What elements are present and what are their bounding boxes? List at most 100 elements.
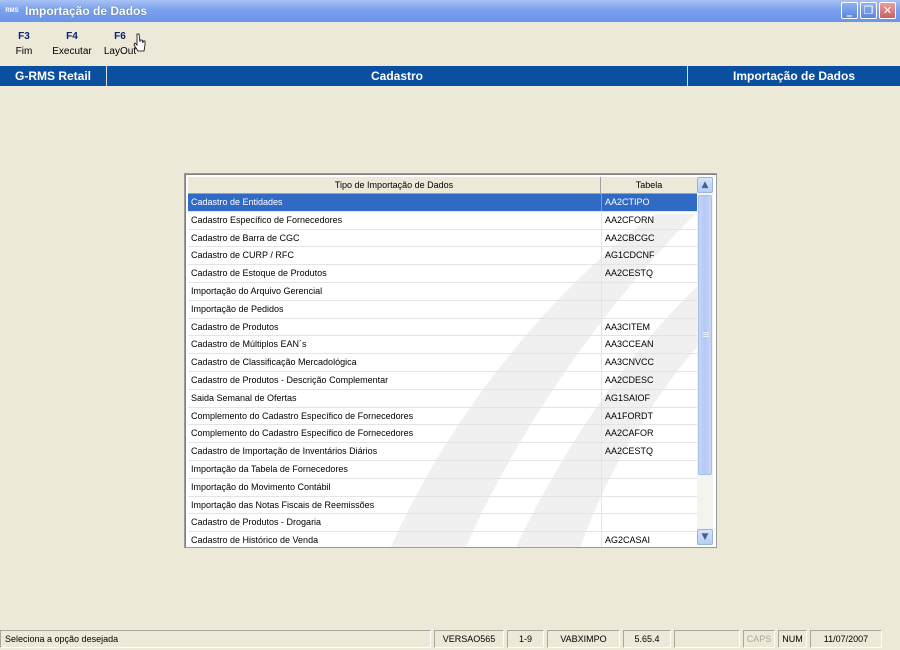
f4-key-label: F4: [66, 31, 78, 42]
f3-fim-button[interactable]: F3 Fim: [12, 31, 36, 57]
column-divider: [601, 336, 602, 354]
cell-tabela: AA2CESTQ: [605, 268, 654, 279]
table-row[interactable]: Saida Semanal de Ofertas AG1SAIOF: [188, 389, 697, 408]
column-divider: [601, 389, 602, 407]
table-row[interactable]: Importação das Notas Fiscais de Reemissõ…: [188, 496, 697, 515]
column-divider: [601, 514, 602, 532]
column-divider: [601, 318, 602, 336]
cell-tipo: Importação do Arquivo Gerencial: [191, 285, 323, 296]
column-divider: [601, 478, 602, 496]
module-header-bar: G-RMS Retail Cadastro Importação de Dado…: [0, 66, 900, 86]
screen-name: Importação de Dados: [732, 69, 856, 83]
column-divider: [601, 300, 602, 318]
cell-tabela: AA2CESTQ: [605, 446, 654, 457]
scroll-thumb[interactable]: [698, 195, 712, 475]
cell-tipo: Cadastro de Barra de CGC: [191, 232, 300, 243]
minimize-button[interactable]: _: [841, 2, 858, 19]
table-row[interactable]: Cadastro de Histórico de Venda AG2CASAI: [188, 532, 697, 547]
table-row[interactable]: Cadastro de Barra de CGC AA2CBCGC: [188, 229, 697, 248]
cell-tipo: Cadastro de Entidades: [191, 197, 283, 207]
cell-tipo: Importação de Pedidos: [191, 303, 284, 314]
column-header-tipo[interactable]: Tipo de Importação de Dados: [188, 177, 601, 194]
scroll-down-button[interactable]: ▼: [697, 529, 713, 545]
cell-tabela: AG2CASAI: [605, 535, 651, 546]
status-bar: Seleciona a opção desejada VERSAO565 1-9…: [0, 628, 900, 650]
cell-tipo: Cadastro de Produtos: [191, 321, 279, 332]
table-row[interactable]: Cadastro de Produtos AA3CITEM: [188, 318, 697, 337]
table-row[interactable]: Cadastro de Entidades AA2CTIPO: [188, 194, 697, 212]
f4-executar-button[interactable]: F4 Executar: [50, 31, 94, 57]
column-header-tabela[interactable]: Tabela: [601, 177, 697, 194]
app-logo: RMS: [5, 8, 19, 14]
cell-tipo: Cadastro de Produtos - Drogaria: [191, 517, 322, 528]
table-row[interactable]: Complemento do Cadastro Específico de Fo…: [188, 407, 697, 426]
table-row[interactable]: Cadastro de Produtos - Drogaria: [188, 514, 697, 533]
cell-tipo: Importação do Movimento Contábil: [191, 481, 331, 492]
hand-cursor-icon: [133, 33, 146, 52]
status-version: VERSAO565: [434, 630, 504, 648]
cell-tabela: AA3CCEAN: [605, 339, 654, 350]
status-page: 1-9: [507, 630, 544, 648]
cell-tabela: AA2CFORN: [605, 214, 655, 225]
column-divider: [601, 496, 602, 514]
window-controls: _ ❐ ✕: [841, 2, 896, 19]
cell-tipo: Importação da Tabela de Fornecedores: [191, 463, 348, 474]
status-message: Seleciona a opção desejada: [0, 630, 431, 648]
column-divider: [601, 282, 602, 300]
system-name: G-RMS Retail: [14, 69, 91, 83]
column-divider: [601, 354, 602, 371]
cell-tabela: AA3CNVCC: [605, 357, 655, 368]
status-empty-panel: [674, 630, 740, 648]
grid-rows: Cadastro de Entidades AA2CTIPO Cadastro Es…: [188, 194, 697, 547]
cell-tipo: Importação das Notas Fiscais de Reemissõ…: [191, 499, 375, 510]
column-divider: [601, 460, 602, 478]
cell-tabela: AG1CDCNF: [605, 250, 655, 261]
column-divider: [601, 407, 602, 425]
table-row[interactable]: Importação de Pedidos: [188, 300, 697, 319]
table-row[interactable]: Cadastro de Estoque de Produtos AA2CESTQ: [188, 265, 697, 283]
table-row[interactable]: Cadastro de Produtos - Descrição Complem…: [188, 371, 697, 390]
cell-tipo: Complemento do Cadastro Específico de Fo…: [191, 410, 414, 421]
close-button[interactable]: ✕: [879, 2, 896, 19]
column-divider: [601, 425, 602, 443]
maximize-button[interactable]: ❐: [860, 2, 877, 19]
table-row[interactable]: Importação do Movimento Contábil: [188, 478, 697, 497]
chevron-up-icon: ▲: [701, 180, 709, 190]
cell-tipo: Saida Semanal de Ofertas: [191, 392, 297, 403]
status-date: 11/07/2007: [810, 630, 882, 648]
cell-tipo: Cadastro de Importação de Inventários Di…: [191, 446, 378, 457]
f4-action-label: Executar: [52, 46, 92, 57]
cell-tipo: Cadastro de CURP / RFC: [191, 250, 294, 261]
module-name: Cadastro: [370, 69, 423, 83]
table-row[interactable]: Importação da Tabela de Fornecedores: [188, 460, 697, 479]
vertical-scrollbar[interactable]: ▲ ▼: [697, 177, 713, 545]
column-divider: [601, 229, 602, 247]
cell-tabela: AA3CITEM: [605, 321, 651, 332]
f3-action-label: Fim: [15, 46, 33, 57]
status-caps: CAPS: [743, 630, 775, 648]
scroll-up-button[interactable]: ▲: [697, 177, 713, 193]
f3-key-label: F3: [18, 31, 30, 42]
column-divider: [601, 371, 602, 389]
table-row[interactable]: Cadastro de CURP / RFC AG1CDCNF: [188, 247, 697, 266]
cell-tabela: AG1SAIOF: [605, 392, 651, 403]
column-divider: [601, 194, 602, 211]
table-row[interactable]: Importação do Arquivo Gerencial: [188, 282, 697, 301]
scroll-grip: [703, 334, 709, 335]
table-row[interactable]: Complemento do Cadastro Específico de Fo…: [188, 425, 697, 444]
cell-tipo: Cadastro de Produtos - Descrição Complem…: [191, 374, 389, 385]
cell-tipo: Cadastro de Histórico de Venda: [191, 535, 319, 546]
column-divider: [601, 211, 602, 229]
import-type-grid[interactable]: Tipo de Importação de Dados Tabela Cadas…: [184, 173, 717, 548]
chevron-down-icon: ▼: [701, 532, 709, 542]
cell-tabela: AA1FORDT: [605, 410, 654, 421]
status-program: VABXIMPO: [547, 630, 620, 648]
table-row[interactable]: Cadastro de Classificação Mercadológica A…: [188, 354, 697, 372]
table-row[interactable]: Cadastro Específico de Fornecedores AA2CF…: [188, 211, 697, 230]
window-title: Importação de Dados: [25, 4, 148, 18]
cell-tipo: Cadastro de Múltiplos EAN´s: [191, 339, 307, 350]
cell-tipo: Cadastro Específico de Fornecedores: [191, 214, 343, 225]
table-row[interactable]: Cadastro de Importação de Inventários Di…: [188, 443, 697, 461]
cell-tipo: Cadastro de Estoque de Produtos: [191, 268, 327, 279]
table-row[interactable]: Cadastro de Múltiplos EAN´s AA3CCEAN: [188, 336, 697, 355]
